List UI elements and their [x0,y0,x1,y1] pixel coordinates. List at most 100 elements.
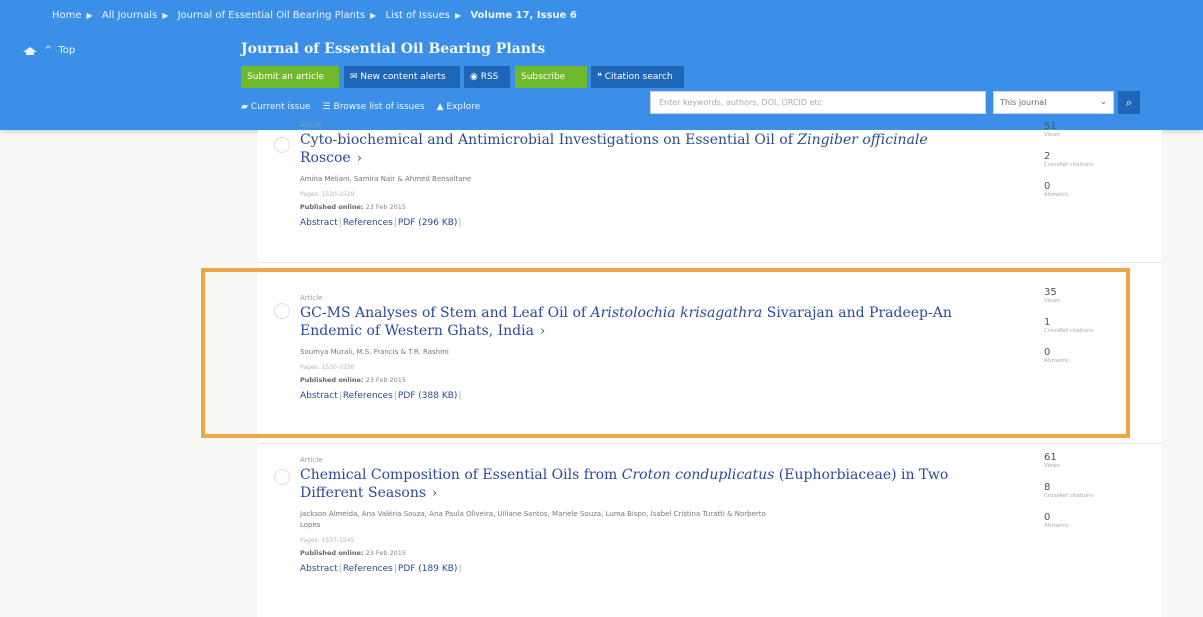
article-type: Article [300,456,323,464]
chevron-right-icon: ▶ [86,11,93,20]
select-article-checkbox[interactable] [274,137,290,153]
search-icon: ⌕ [1125,96,1133,109]
altmetric-label[interactable]: Altmetric [1044,192,1134,199]
breadcrumb-home[interactable]: Home [52,10,82,21]
issue-subnav: ▰ Current issue ☰ Browse list of issues … [241,102,480,112]
chevron-down-icon: ⌄ [1100,97,1107,106]
new-content-alerts-button[interactable]: ✉ New content alerts [344,66,460,88]
pdf-link[interactable]: PDF (296 KB) [398,218,458,228]
highlight-box [201,268,1130,438]
article-type: Article [300,121,323,129]
article-published: Published online: 23 Feb 2015 [300,549,980,557]
article-title-link[interactable]: Chemical Composition of Essential Oils f… [300,466,980,503]
article-title-link[interactable]: Cyto-biochemical and Antimicrobial Inves… [300,131,980,168]
article-item: Article Cyto-biochemical and Antimicrobi… [300,121,980,228]
article-title-species: Zingiber officinale [797,132,928,148]
envelope-icon: ✉ [350,72,361,82]
views-label: Views [1044,463,1060,469]
search-scope-value: This journal [1000,98,1047,107]
submit-article-button[interactable]: Submit an article [241,66,339,88]
subscribe-button[interactable]: Subscribe [515,66,587,88]
chevron-right-icon: › [356,151,362,166]
article-title-species: Croton conduplicatus [621,467,775,483]
citation-label: Citation search [604,72,673,82]
abstract-link[interactable]: Abstract [300,218,338,228]
rss-button[interactable]: ◉ RSS [464,66,510,88]
rss-label: RSS [480,72,499,82]
chevron-right-icon: ▶ [370,11,377,20]
breadcrumb-all-journals[interactable]: All Journals [102,10,157,21]
breadcrumb: Home ▶ All Journals ▶ Journal of Essential… [52,10,582,21]
current-issue-label: Current issue [250,102,311,112]
views-count: 51 [1044,121,1057,132]
chevron-right-icon: › [432,486,438,501]
altmetric-count: 0 [1044,512,1051,523]
chevron-right-icon: ▶ [162,11,169,20]
chevron-up-icon: ^ [44,45,53,56]
abstract-link[interactable]: Abstract [300,564,338,574]
crossref-label[interactable]: CrossRef citations [1044,162,1134,169]
article-links: Abstract|References|PDF (189 KB)| [300,564,980,574]
published-date: 23 Feb 2015 [365,549,407,557]
top-arrow-icon [23,46,37,55]
article-links: Abstract|References|PDF (296 KB)| [300,218,980,228]
article-pages: Pages: 1520-1529 [300,191,355,198]
explore-label: Explore [446,102,481,112]
article-authors[interactable]: Amina Meliani, Samira Nair & Ahmed Benso… [300,174,980,185]
references-link[interactable]: References [343,218,393,228]
published-date: 23 Feb 2015 [365,203,407,211]
explore-icon: ▲ [436,102,447,112]
browse-issues-link[interactable]: ☰ Browse list of issues [323,102,425,112]
browse-issues-label: Browse list of issues [333,102,425,112]
altmetric-label[interactable]: Altmetric [1044,523,1134,530]
references-link[interactable]: References [343,564,393,574]
site-header: Home ▶ All Journals ▶ Journal of Essential… [0,0,1203,130]
breadcrumb-list-of-issues[interactable]: List of Issues [385,10,450,21]
breadcrumb-journal[interactable]: Journal of Essential Oil Bearing Plants [178,10,366,21]
link-separator: | [393,218,397,228]
article-metrics: 51 Views 2 CrossRef citations 0 Altmetric [1044,121,1134,211]
select-article-checkbox[interactable] [274,469,290,485]
chevron-right-icon: ▶ [454,11,462,20]
breadcrumb-current: Volume 17, Issue 6 [470,10,577,21]
link-separator: | [338,564,342,574]
rss-icon: ◉ [470,72,481,82]
explore-link[interactable]: ▲ Explore [437,102,481,112]
search-scope-select[interactable]: This journal ⌄ [993,91,1114,114]
current-issue-link[interactable]: ▰ Current issue [241,102,311,112]
altmetric-count: 0 [1044,181,1051,192]
published-label: Published online: [300,549,364,557]
citation-search-button[interactable]: ❝ Citation search [591,66,684,88]
link-separator: | [458,218,462,228]
article-title-end: Roscoe [300,150,351,166]
top-link-label: Top [58,45,76,56]
link-separator: | [458,564,462,574]
views-count: 61 [1044,452,1057,463]
back-to-top-link[interactable]: ^ Top [22,45,75,56]
search-input[interactable]: Enter keywords, authors, DOI, ORCID etc [650,91,986,114]
alerts-label: New content alerts [360,72,446,82]
article-published: Published online: 23 Feb 2015 [300,203,980,211]
article-metrics: 61 Views 8 CrossRef citations 0 Altmetric [1044,452,1134,542]
book-icon: ▰ [241,102,251,112]
article-item: Article Chemical Composition of Essentia… [300,456,980,574]
views-label: Views [1044,132,1060,138]
pdf-link[interactable]: PDF (189 KB) [398,564,458,574]
link-separator: | [393,564,397,574]
divider [258,262,1162,263]
submit-article-label: Submit an article [247,72,325,82]
journal-title[interactable]: Journal of Essential Oil Bearing Plants [241,41,545,57]
crossref-count: 2 [1044,151,1051,162]
subscribe-label: Subscribe [521,72,566,82]
divider [258,443,1162,444]
article-title: Cyto-biochemical and Antimicrobial Inves… [300,132,798,148]
article-title: Chemical Composition of Essential Oils f… [300,467,622,483]
quote-icon: ❝ [597,72,605,82]
published-label: Published online: [300,203,364,211]
article-authors[interactable]: Jackson Almeida, Ana Valéria Souza, Ana … [300,509,780,531]
list-icon: ☰ [322,102,334,112]
link-separator: | [338,218,342,228]
search-button[interactable]: ⌕ [1118,91,1140,114]
crossref-label[interactable]: CrossRef citations [1044,493,1134,500]
article-pages: Pages: 1537-1545 [300,537,355,544]
